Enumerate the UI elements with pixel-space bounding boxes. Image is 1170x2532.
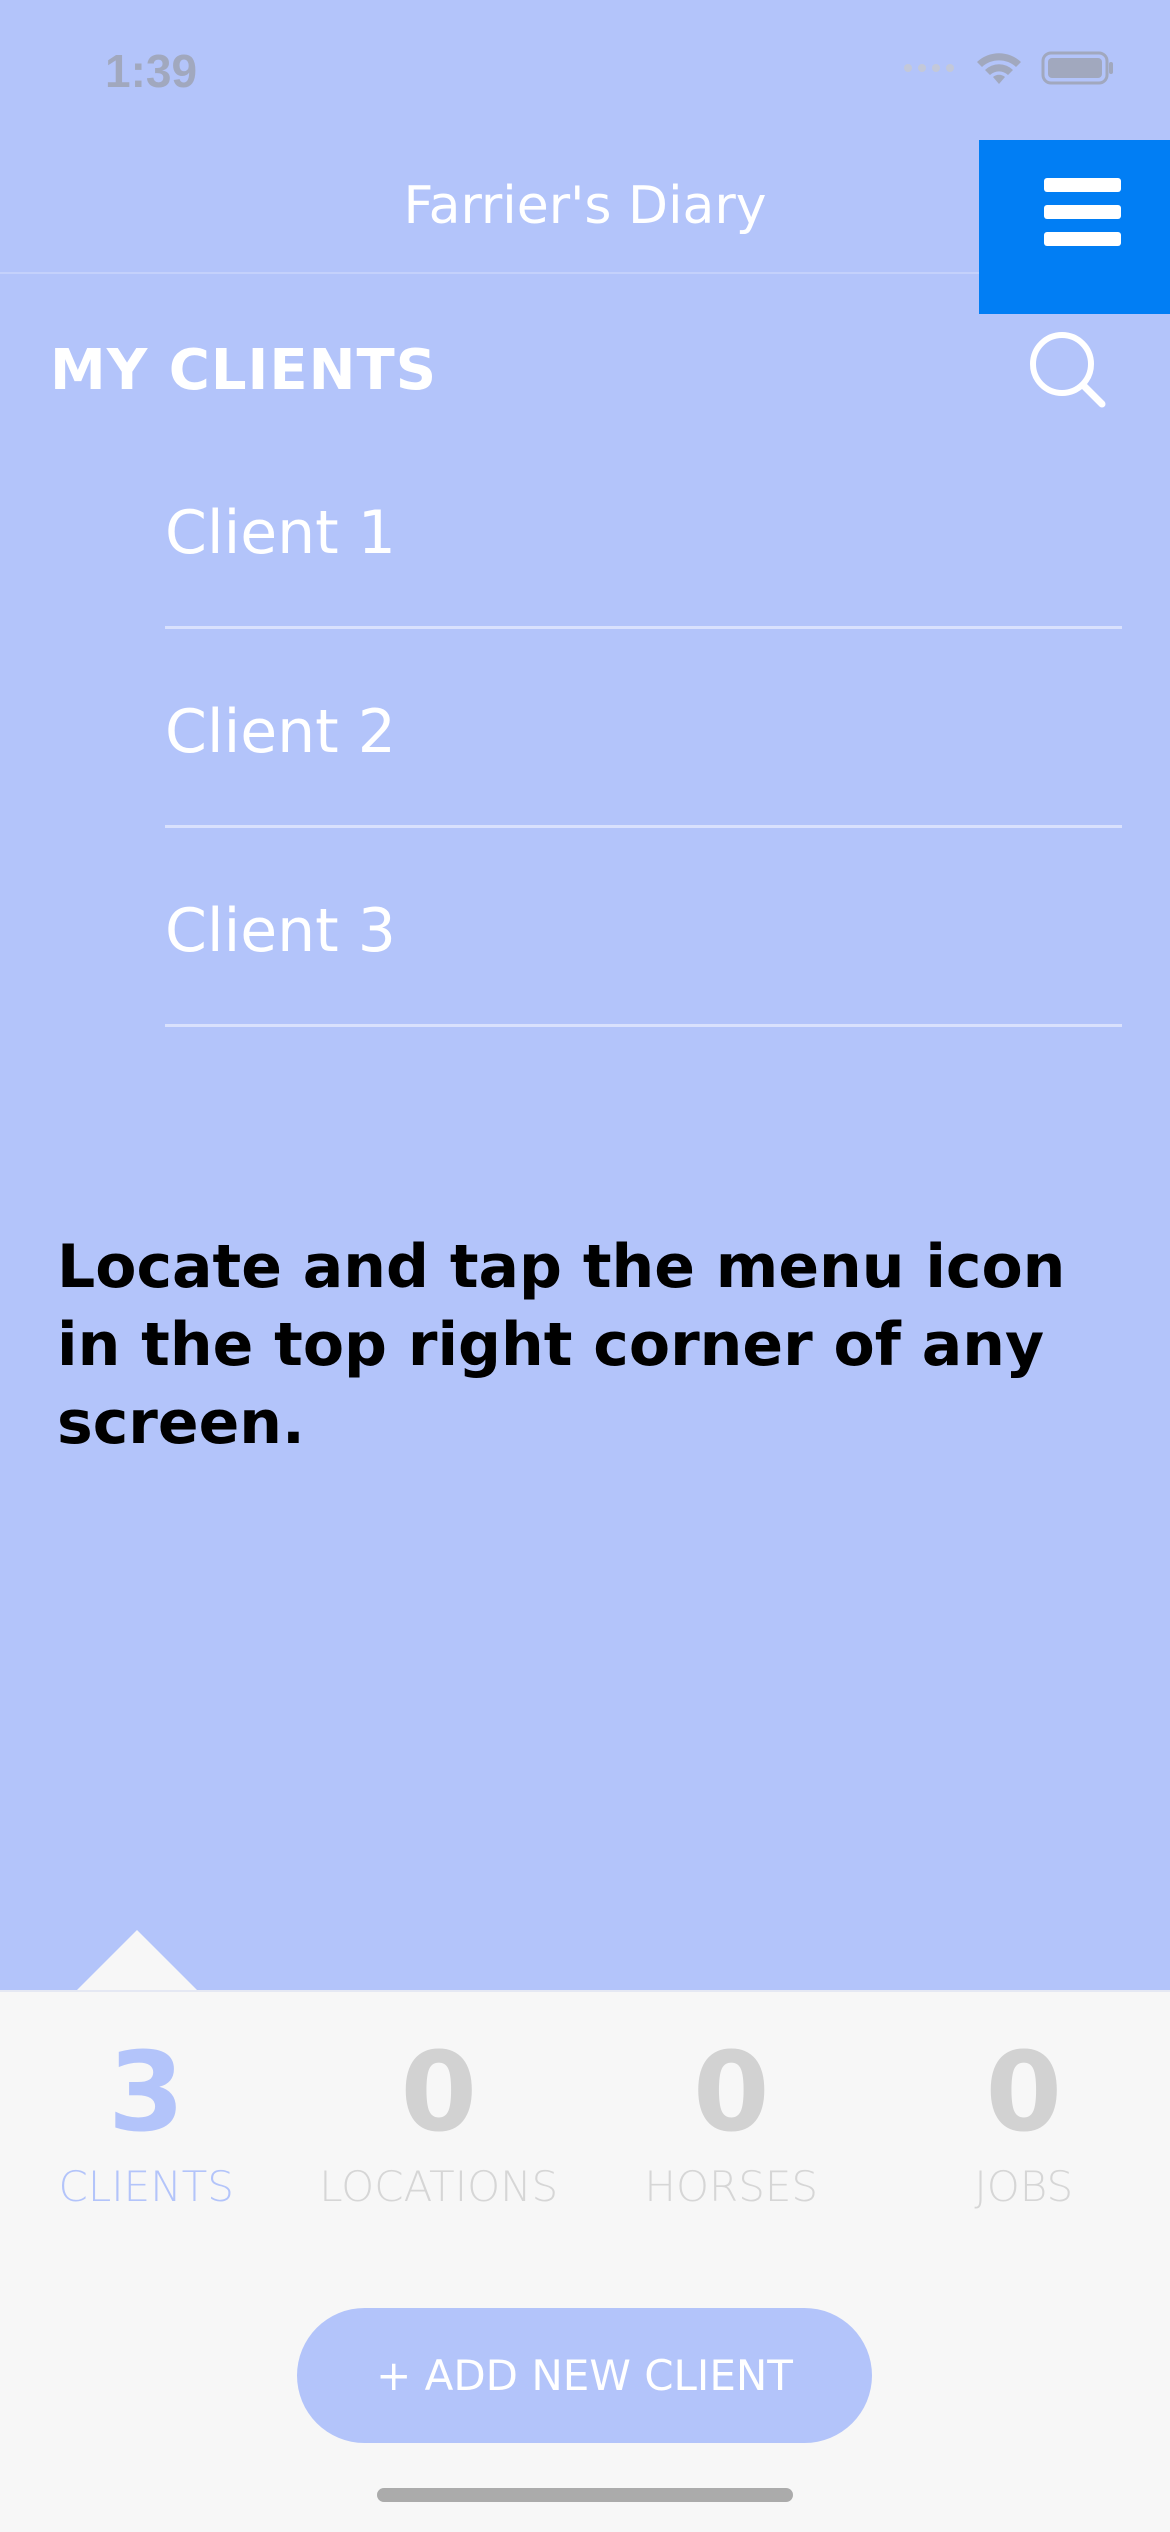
stat-locations[interactable]: 0 LOCATIONS <box>293 2022 586 2211</box>
client-list: Client 1 Client 2 Client 3 <box>165 430 1122 1027</box>
stat-count: 0 <box>400 2028 478 2156</box>
client-name: Client 3 <box>165 896 396 966</box>
status-icons <box>903 50 1115 86</box>
status-time: 1:39 <box>105 45 198 97</box>
stats-row: 3 CLIENTS 0 LOCATIONS 0 HORSES 0 JOBS <box>0 2022 1170 2211</box>
home-indicator <box>377 2488 793 2502</box>
battery-icon <box>1041 51 1113 85</box>
menu-button[interactable] <box>979 140 1170 314</box>
client-row[interactable]: Client 2 <box>165 629 1122 828</box>
stat-clients[interactable]: 3 CLIENTS <box>0 2022 293 2211</box>
client-name: Client 2 <box>165 697 396 767</box>
stat-count: 0 <box>692 2028 770 2156</box>
panel-pointer-arrow <box>75 1930 199 1992</box>
stats-panel: 3 CLIENTS 0 LOCATIONS 0 HORSES 0 JOBS + … <box>0 1990 1170 2532</box>
stat-label: HORSES <box>644 2162 819 2211</box>
signal-icon <box>904 64 954 72</box>
client-row[interactable]: Client 1 <box>165 430 1122 629</box>
client-row[interactable]: Client 3 <box>165 828 1122 1027</box>
wifi-icon <box>977 53 1021 84</box>
status-bar: 1:39 <box>0 0 1170 140</box>
stat-label: LOCATIONS <box>319 2162 559 2211</box>
stat-label: JOBS <box>974 2162 1074 2211</box>
stat-jobs[interactable]: 0 JOBS <box>878 2022 1170 2211</box>
tutorial-instruction: Locate and tap the menu icon in the top … <box>57 1232 1066 1458</box>
search-icon[interactable] <box>1028 330 1108 410</box>
section-title: MY CLIENTS <box>50 338 438 403</box>
client-name: Client 1 <box>165 498 396 568</box>
stat-horses[interactable]: 0 HORSES <box>585 2022 878 2211</box>
stat-count: 3 <box>107 2028 185 2156</box>
stat-label: CLIENTS <box>58 2162 234 2211</box>
add-new-client-button[interactable]: + ADD NEW CLIENT <box>297 2308 872 2443</box>
stat-count: 0 <box>985 2028 1063 2156</box>
